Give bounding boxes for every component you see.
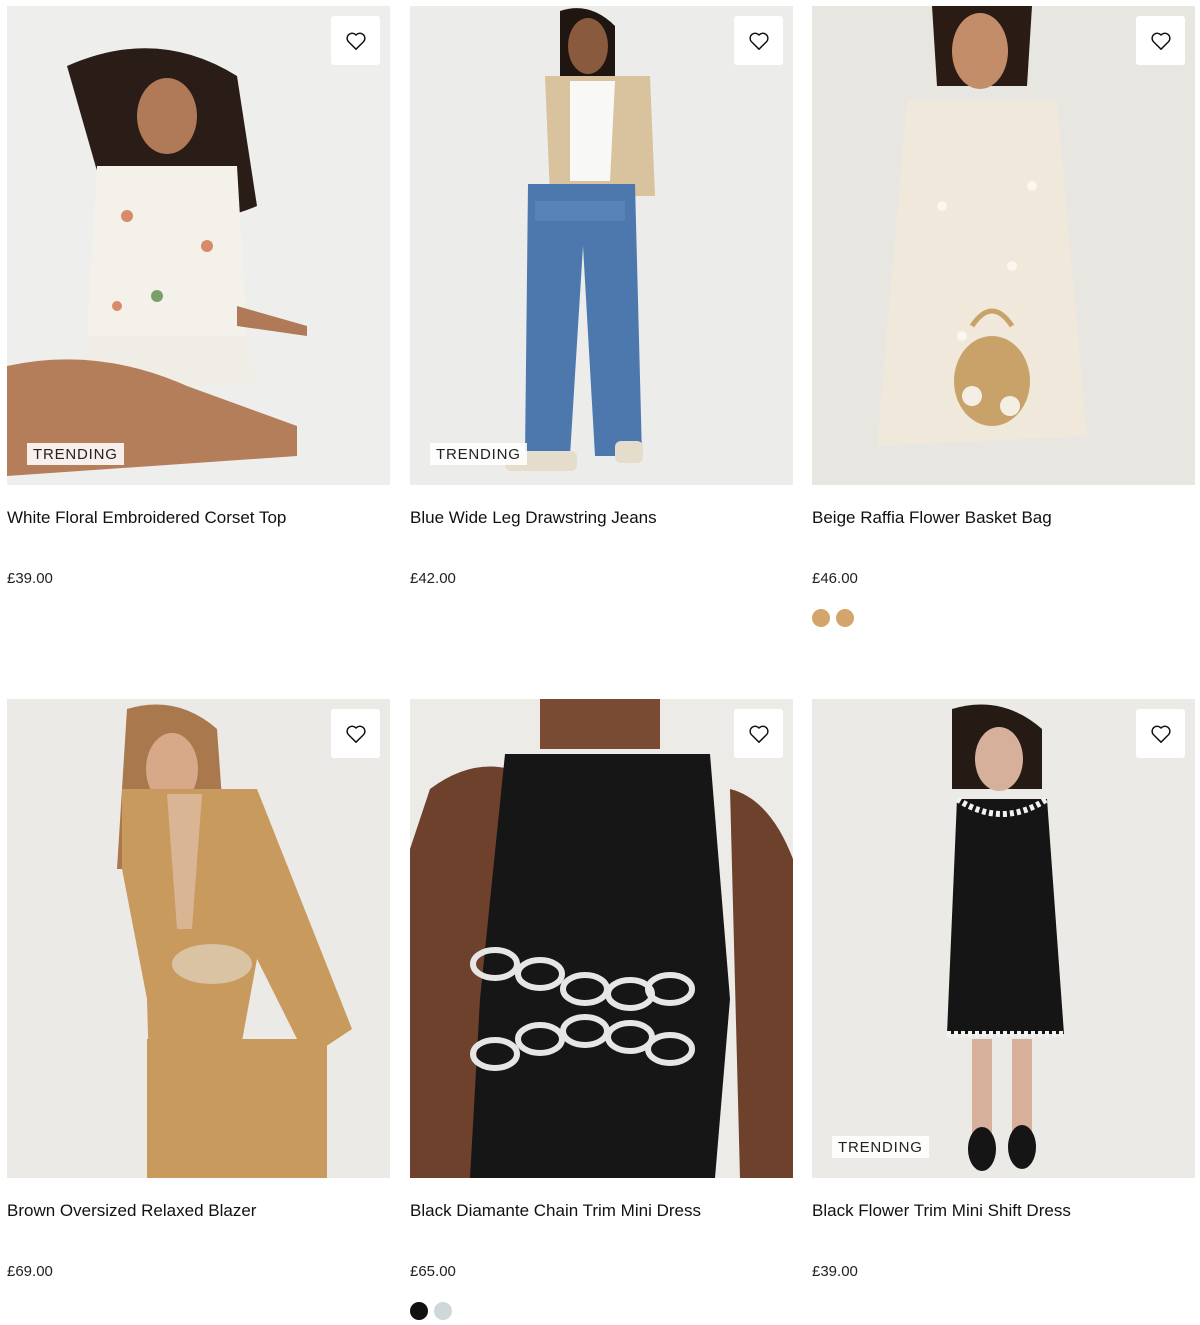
product-price: £39.00 [812,1263,858,1280]
trending-badge: TRENDING [430,443,527,465]
color-swatch[interactable] [410,1302,428,1320]
product-title[interactable]: White Floral Embroidered Corset Top [7,508,390,528]
color-swatches [410,1302,793,1320]
product-image[interactable]: TRENDING [812,699,1195,1178]
product-grid: TRENDING White Floral Embroidered Corset… [0,0,1200,1325]
product-title[interactable]: Black Flower Trim Mini Shift Dress [812,1201,1195,1221]
product-price: £42.00 [410,570,456,587]
heart-icon [748,725,769,743]
color-swatch[interactable] [836,609,854,627]
product-image[interactable] [410,699,793,1178]
color-swatch[interactable] [434,1302,452,1320]
product-photo [410,699,793,1178]
heart-icon [748,32,769,50]
product-photo [7,699,390,1178]
heart-icon [345,725,366,743]
heart-icon [1150,32,1171,50]
wishlist-button[interactable] [1136,709,1185,758]
product-image[interactable] [812,6,1195,485]
product-title[interactable]: Blue Wide Leg Drawstring Jeans [410,508,793,528]
product-price: £39.00 [7,570,53,587]
product-card[interactable]: TRENDING Black Flower Trim Mini Shift Dr… [812,699,1195,1280]
trending-badge: TRENDING [832,1136,929,1158]
heart-icon [345,32,366,50]
wishlist-button[interactable] [734,16,783,65]
wishlist-button[interactable] [734,709,783,758]
product-photo [410,6,793,485]
product-image[interactable] [7,699,390,1178]
product-card[interactable]: TRENDING White Floral Embroidered Corset… [7,6,390,587]
product-title[interactable]: Black Diamante Chain Trim Mini Dress [410,1201,793,1221]
product-image[interactable]: TRENDING [7,6,390,485]
product-price: £46.00 [812,570,858,587]
product-card[interactable]: TRENDING Blue Wide Leg Drawstring Jeans … [410,6,793,587]
product-photo [812,699,1195,1178]
wishlist-button[interactable] [331,709,380,758]
product-card[interactable]: Brown Oversized Relaxed Blazer £69.00 [7,699,390,1280]
wishlist-button[interactable] [1136,16,1185,65]
color-swatches [812,609,1195,627]
trending-badge: TRENDING [27,443,124,465]
product-price: £65.00 [410,1263,456,1280]
product-card[interactable]: Black Diamante Chain Trim Mini Dress £65… [410,699,793,1320]
heart-icon [1150,725,1171,743]
product-title[interactable]: Brown Oversized Relaxed Blazer [7,1201,390,1221]
wishlist-button[interactable] [331,16,380,65]
product-price: £69.00 [7,1263,53,1280]
product-photo [7,6,390,485]
color-swatch[interactable] [812,609,830,627]
product-photo [812,6,1195,485]
product-card[interactable]: Beige Raffia Flower Basket Bag £46.00 [812,6,1195,627]
product-image[interactable]: TRENDING [410,6,793,485]
product-title[interactable]: Beige Raffia Flower Basket Bag [812,508,1195,528]
